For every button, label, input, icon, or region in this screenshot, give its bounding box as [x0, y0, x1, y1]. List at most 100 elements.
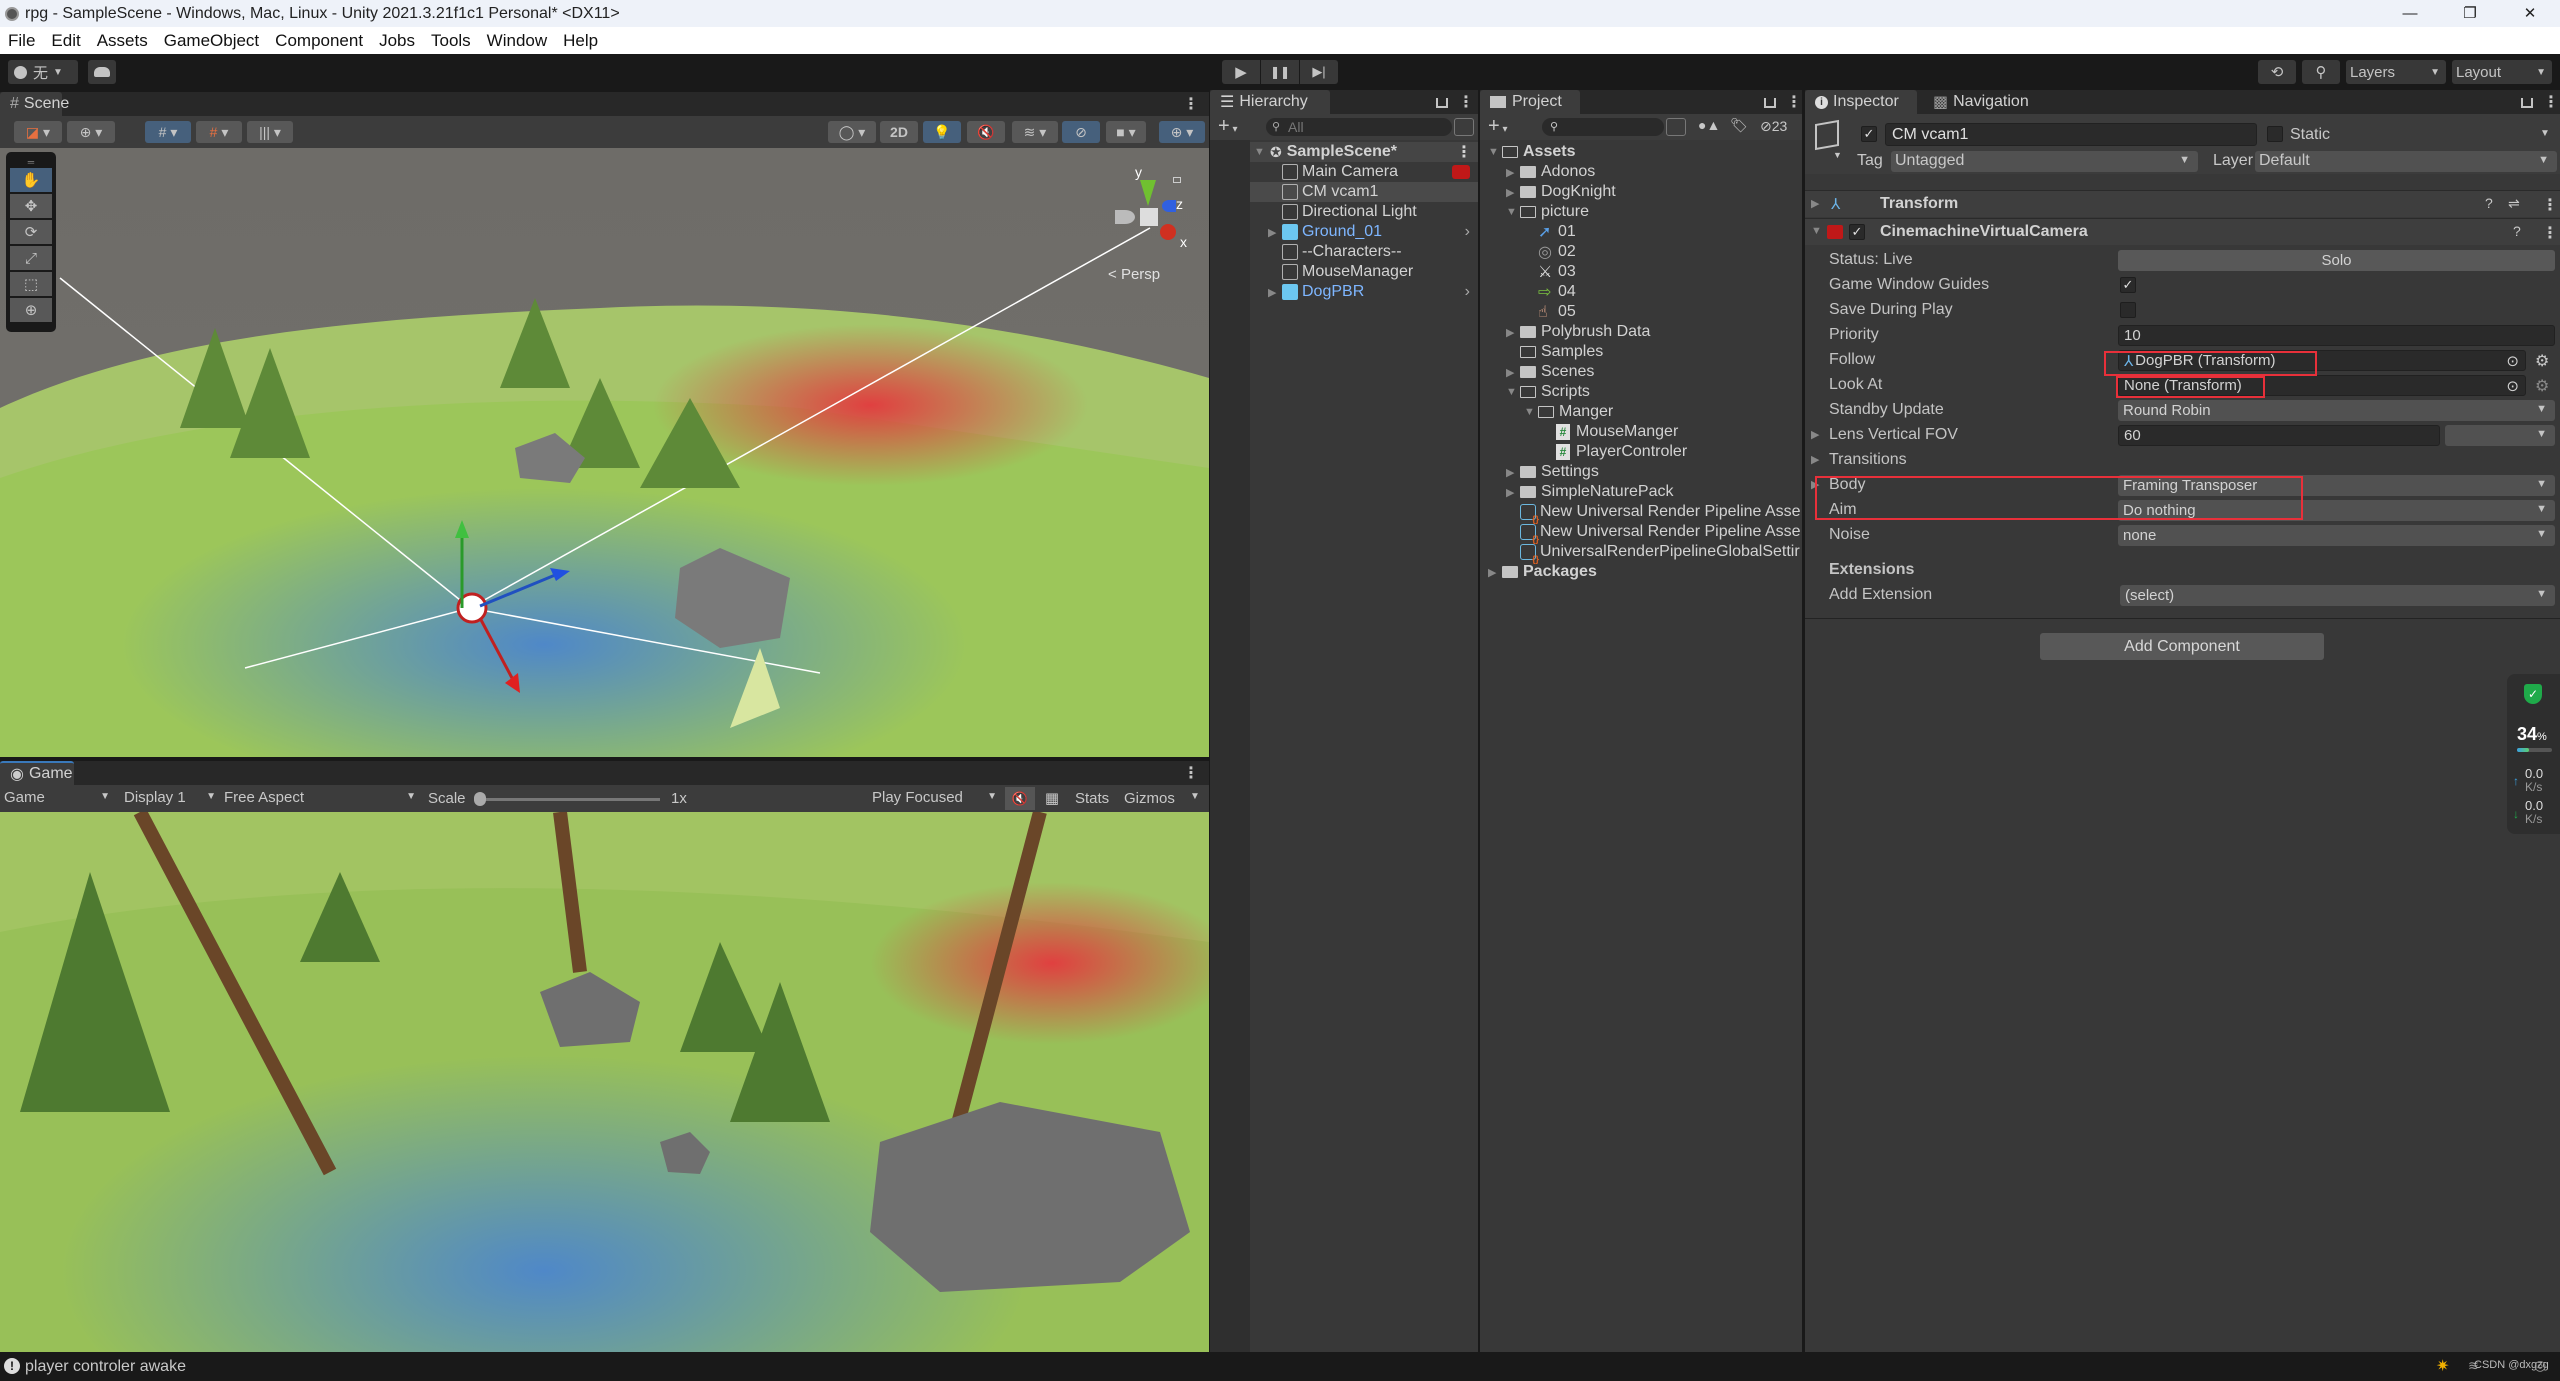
- hierarchy-item[interactable]: ▶ Ground_01 ›: [1250, 222, 1478, 242]
- menu-gameobject[interactable]: GameObject: [156, 31, 267, 51]
- collapse-arrow-icon[interactable]: ▼: [1506, 386, 1520, 398]
- filter-by-type-button[interactable]: ●▲: [1698, 117, 1720, 133]
- project-item[interactable]: ▶ Packages: [1480, 562, 1802, 582]
- drag-handle[interactable]: ═: [10, 157, 52, 167]
- rotate-tool-button[interactable]: ⟳: [10, 220, 52, 244]
- project-item[interactable]: ▼ Scripts: [1480, 382, 1802, 402]
- aim-dropdown[interactable]: Do nothing ▼: [2118, 500, 2555, 521]
- project-item[interactable]: ▶ SimpleNaturePack: [1480, 482, 1802, 502]
- project-item[interactable]: ◎ 02: [1480, 242, 1802, 262]
- vsync-toggle[interactable]: ▦: [1040, 789, 1064, 807]
- scene-menu-icon[interactable]: ⋮: [1183, 94, 1199, 114]
- close-button[interactable]: ✕: [2500, 0, 2560, 27]
- scale-slider-track[interactable]: [478, 798, 660, 801]
- hierarchy-item[interactable]: Main Camera: [1250, 162, 1478, 182]
- project-item[interactable]: New Universal Render Pipeline Asse: [1480, 522, 1802, 544]
- create-asset-button[interactable]: + ▾: [1488, 115, 1508, 138]
- gameobject-icon[interactable]: [1815, 119, 1839, 151]
- game-mode-dropdown[interactable]: Game ▼: [4, 789, 110, 806]
- hierarchy-empty-area[interactable]: [1250, 302, 1478, 1352]
- audio-toggle[interactable]: 🔇: [967, 121, 1005, 143]
- camera-dropdown[interactable]: ■ ▾: [1106, 121, 1146, 143]
- expand-arrow-icon[interactable]: ▶: [1488, 566, 1502, 579]
- effects-dropdown[interactable]: ≋ ▾: [1012, 121, 1058, 143]
- hierarchy-item[interactable]: Directional Light: [1250, 202, 1478, 222]
- expand-arrow-icon[interactable]: ▶: [1506, 486, 1520, 499]
- ruler-dropdown[interactable]: ||| ▾: [247, 121, 293, 143]
- project-item[interactable]: ⚔ 03: [1480, 262, 1802, 282]
- component-menu-icon[interactable]: ⋮: [2542, 195, 2558, 215]
- rect-tool-button[interactable]: ⬚: [10, 272, 52, 296]
- tab-project[interactable]: Project: [1480, 90, 1580, 114]
- project-item[interactable]: # MouseManger: [1480, 422, 1802, 442]
- hierarchy-menu-icon[interactable]: ⋮: [1458, 92, 1474, 112]
- project-item[interactable]: ➚ 01: [1480, 222, 1802, 242]
- fov-mode-dropdown[interactable]: ▼: [2445, 425, 2555, 446]
- project-item[interactable]: ▼ Manger: [1480, 402, 1802, 422]
- hidden-packages-toggle[interactable]: ⊘23: [1760, 118, 1787, 135]
- 2d-toggle[interactable]: 2D: [880, 121, 918, 143]
- move-tool-button[interactable]: ✥: [10, 194, 52, 218]
- object-name-input[interactable]: CM vcam1: [1885, 123, 2257, 146]
- stats-button[interactable]: Stats: [1075, 790, 1109, 807]
- gizmos-dropdown[interactable]: ⊕ ▾: [1159, 121, 1205, 143]
- expand-arrow-icon[interactable]: ▶: [1268, 226, 1282, 239]
- menu-assets[interactable]: Assets: [89, 31, 156, 51]
- help-icon[interactable]: ?: [2485, 195, 2493, 211]
- add-extension-dropdown[interactable]: (select) ▼: [2120, 585, 2555, 606]
- menu-file[interactable]: File: [0, 31, 43, 51]
- play-mode-dropdown[interactable]: Play Focused ▼: [872, 789, 997, 806]
- aspect-dropdown[interactable]: Free Aspect ▼: [224, 789, 416, 806]
- project-item[interactable]: ▶ DogKnight: [1480, 182, 1802, 202]
- pause-button[interactable]: ❚❚: [1261, 60, 1299, 84]
- scene-orientation-gizmo[interactable]: y z x: [1110, 160, 1190, 260]
- mute-audio-toggle[interactable]: 🔇: [1005, 787, 1035, 810]
- vcam-enabled-checkbox[interactable]: ✓: [1849, 224, 1865, 240]
- scene-visibility-toggle[interactable]: ⊘: [1062, 121, 1100, 143]
- project-item[interactable]: UniversalRenderPipelineGlobalSettir: [1480, 542, 1802, 564]
- project-item[interactable]: Samples: [1480, 342, 1802, 362]
- collapse-arrow-icon[interactable]: ▼: [1506, 206, 1520, 218]
- hierarchy-item[interactable]: ▶ DogPBR ›: [1250, 282, 1478, 302]
- create-button[interactable]: + ▾: [1218, 115, 1238, 138]
- hierarchy-item[interactable]: --Characters--: [1250, 242, 1478, 262]
- transform-component-header[interactable]: ▶ ⅄ Transform ? ⇌ ⋮: [1805, 190, 2560, 217]
- project-item[interactable]: ▶ Scenes: [1480, 362, 1802, 382]
- solo-button[interactable]: Solo: [2118, 250, 2555, 271]
- projection-toggle[interactable]: < Persp: [1108, 266, 1160, 283]
- expand-arrow-icon[interactable]: ▶: [1506, 166, 1520, 179]
- hierarchy-item[interactable]: MouseManager: [1250, 262, 1478, 282]
- project-item[interactable]: ▶ Adonos: [1480, 162, 1802, 182]
- lighting-toggle[interactable]: 💡: [923, 121, 961, 143]
- follow-object-field[interactable]: ⅄ DogPBR (Transform) ⊙: [2118, 350, 2526, 371]
- collapse-arrow-icon[interactable]: ▼: [1524, 406, 1538, 418]
- grid-snap-toggle[interactable]: # ▾: [145, 121, 191, 143]
- expand-arrow-icon[interactable]: ▶: [1506, 186, 1520, 199]
- tab-navigation[interactable]: ▩ Navigation: [1923, 90, 2043, 114]
- search-popout-button[interactable]: [1666, 118, 1686, 136]
- project-item[interactable]: New Universal Render Pipeline Asse: [1480, 502, 1802, 524]
- tab-hierarchy[interactable]: ☰ Hierarchy: [1210, 90, 1330, 114]
- help-icon[interactable]: ?: [2513, 223, 2521, 239]
- body-dropdown[interactable]: Framing Transposer ▼: [2118, 475, 2555, 496]
- tab-inspector[interactable]: i Inspector: [1805, 90, 1917, 114]
- layers-dropdown[interactable]: Layers ▼: [2346, 60, 2446, 84]
- progress-check-icon[interactable]: ◎: [2534, 1357, 2546, 1374]
- static-checkbox[interactable]: [2267, 126, 2283, 142]
- search-popout-button[interactable]: [1454, 118, 1474, 136]
- game-view[interactable]: [0, 812, 1209, 1352]
- project-item[interactable]: ▼ picture: [1480, 202, 1802, 222]
- expand-arrow-icon[interactable]: ▶: [1811, 478, 1819, 491]
- collapse-arrow-icon[interactable]: ▼: [1811, 225, 1822, 237]
- project-item[interactable]: ▶ Polybrush Data: [1480, 322, 1802, 342]
- project-item[interactable]: # PlayerControler: [1480, 442, 1802, 462]
- expand-arrow-icon[interactable]: ▶: [1811, 197, 1819, 210]
- hierarchy-item-selected[interactable]: CM vcam1: [1250, 182, 1478, 202]
- expand-arrow-icon[interactable]: ▶: [1506, 366, 1520, 379]
- shading-mode-dropdown[interactable]: ◯ ▾: [828, 121, 876, 143]
- expand-arrow-icon[interactable]: ▶: [1811, 428, 1819, 441]
- cloud-button[interactable]: [88, 60, 116, 84]
- minimize-button[interactable]: —: [2380, 0, 2440, 27]
- project-item[interactable]: ▶ Settings: [1480, 462, 1802, 482]
- inspector-menu-icon[interactable]: ⋮: [2543, 92, 2559, 112]
